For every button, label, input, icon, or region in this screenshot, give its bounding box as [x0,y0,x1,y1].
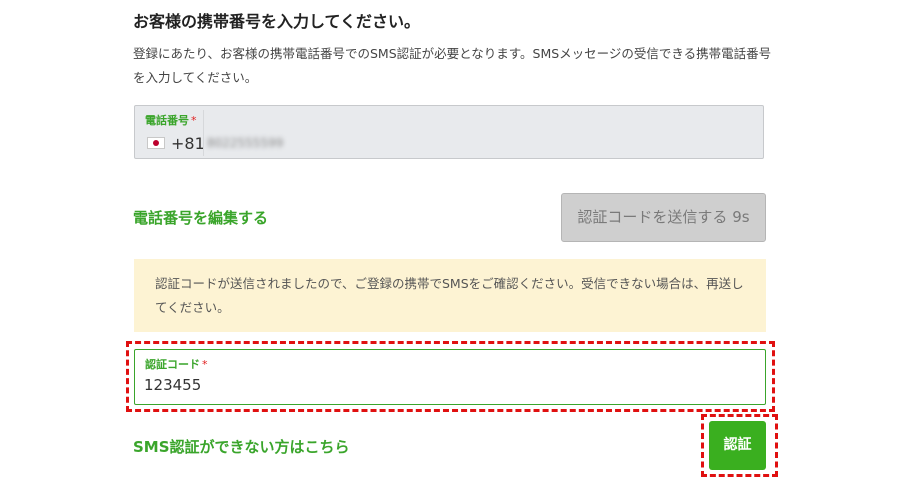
code-field-label: 認証コード [145,358,200,371]
edit-phone-number-link[interactable]: 電話番号を編集する [133,207,268,228]
phone-number-field: 電話番号 * +81 8022555599 [134,105,764,159]
country-code-divider [203,110,204,156]
sms-help-link[interactable]: SMS認証ができない方はこちら [133,436,350,457]
sms-verification-page: お客様の携帯番号を入力してください。 登録にあたり、お客様の携帯電話番号でのSM… [0,0,900,495]
verify-button[interactable]: 認証 [709,421,766,470]
japan-flag-icon [147,137,165,149]
verification-code-input[interactable] [144,372,744,398]
page-heading: お客様の携帯番号を入力してください。 [133,12,421,31]
country-code: +81 [171,134,205,153]
verification-code-field[interactable]: 認証コード * [134,349,766,405]
flag-sun-circle [153,140,159,146]
notice-text: 認証コードが送信されましたので、ご登録の携帯でSMSをご確認ください。受信できな… [155,276,744,315]
code-field-label-row: 認証コード * [145,356,208,372]
phone-field-label: 電話番号 [145,114,189,127]
required-mark: * [202,358,208,371]
required-mark: * [191,114,197,127]
phone-field-label-row: 電話番号 * [145,112,197,128]
page-description: 登録にあたり、お客様の携帯電話番号でのSMS認証が必要となります。SMSメッセー… [133,46,772,85]
sms-sent-notice: 認証コードが送信されましたので、ご登録の携帯でSMSをご確認ください。受信できな… [134,259,766,332]
send-code-button[interactable]: 認証コードを送信する 9s [561,193,766,242]
phone-number-value: 8022555599 [207,136,284,150]
